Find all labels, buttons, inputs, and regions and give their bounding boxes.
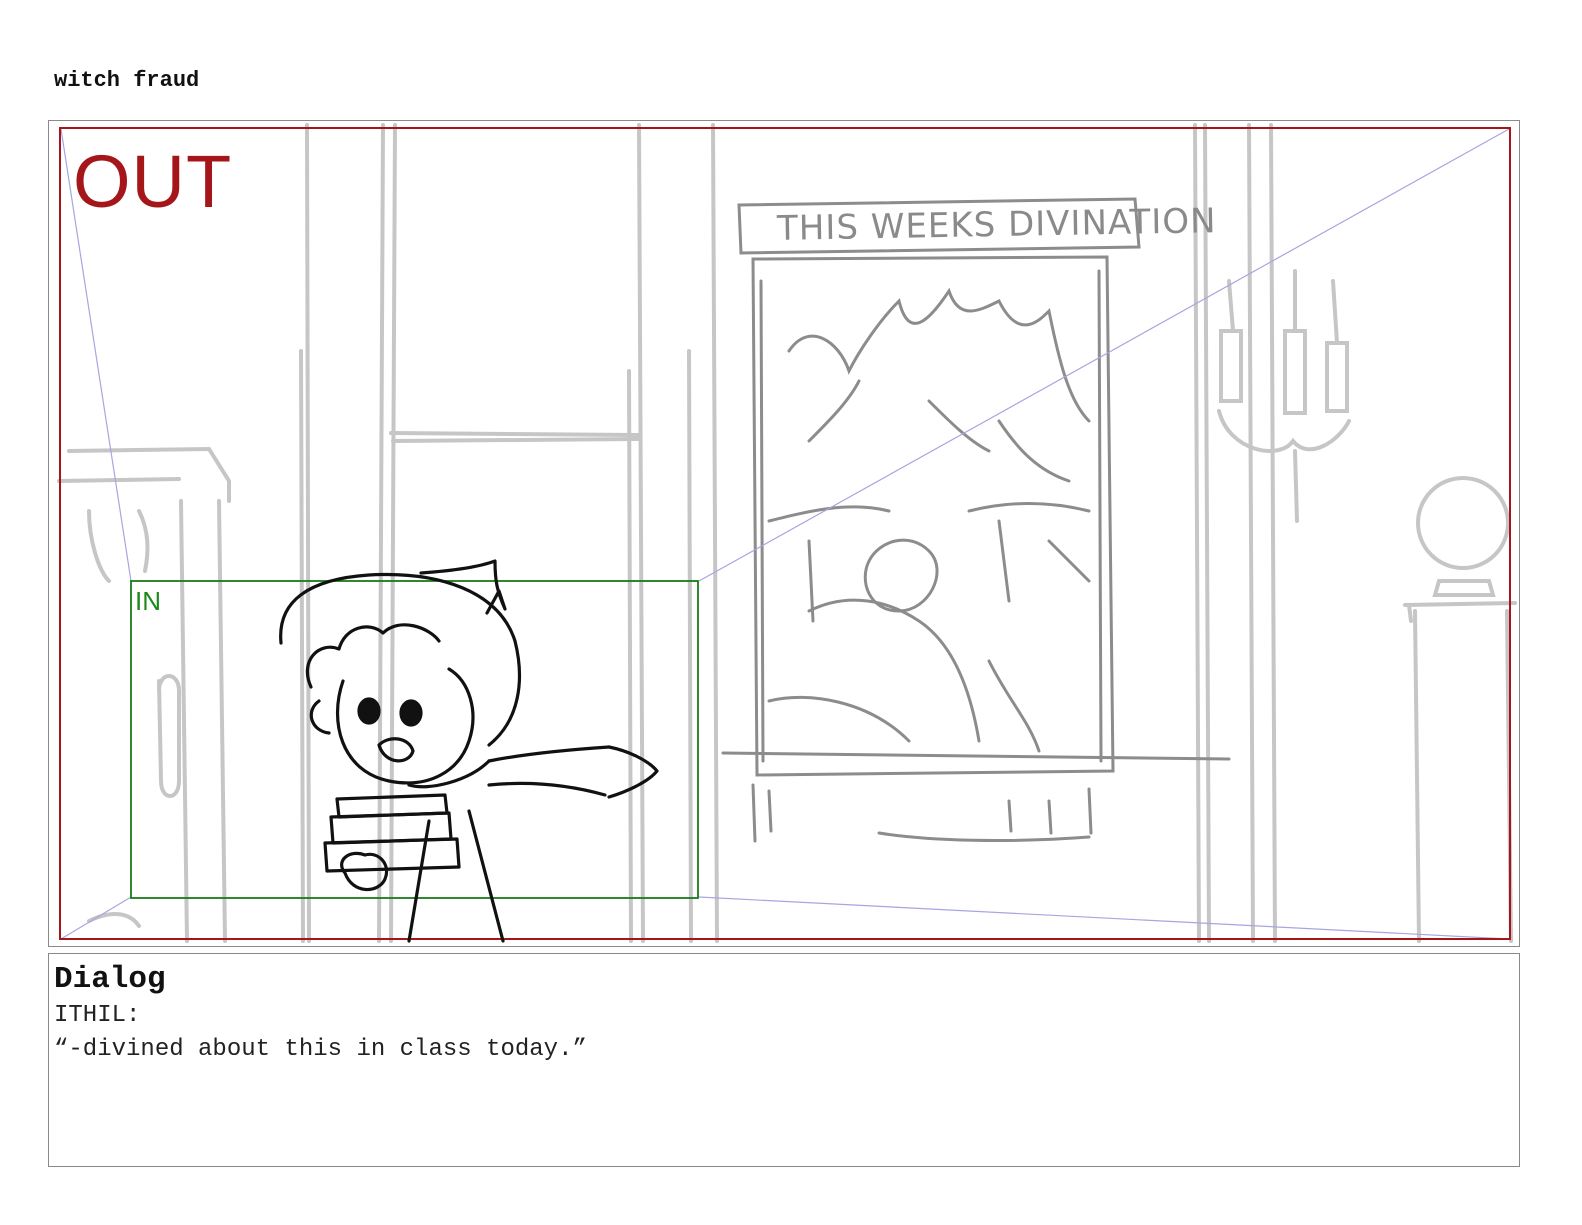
dialog-speaker: ITHIL: [54,1002,141,1029]
dialog-box: Dialog ITHIL: “-divined about this in cl… [48,953,1520,1167]
in-frame [130,580,699,899]
divination-poster [721,197,1231,843]
candelabra [1217,269,1351,523]
dialog-line: “-divined about this in class today.” [54,1036,587,1063]
in-label: IN [135,586,161,616]
storyboard-panel: OUT IN THIS WEEKS DIVINATION [48,120,1520,947]
crystal-ball [1403,476,1517,623]
character-ithil [279,559,659,943]
dialog-heading: Dialog [54,962,166,997]
background-window [57,431,641,928]
camera-guides [60,128,1510,940]
board-title: witch fraud [54,68,200,93]
poster-title: THIS WEEKS DIVINATION [776,201,1217,249]
out-label: OUT [73,140,233,223]
